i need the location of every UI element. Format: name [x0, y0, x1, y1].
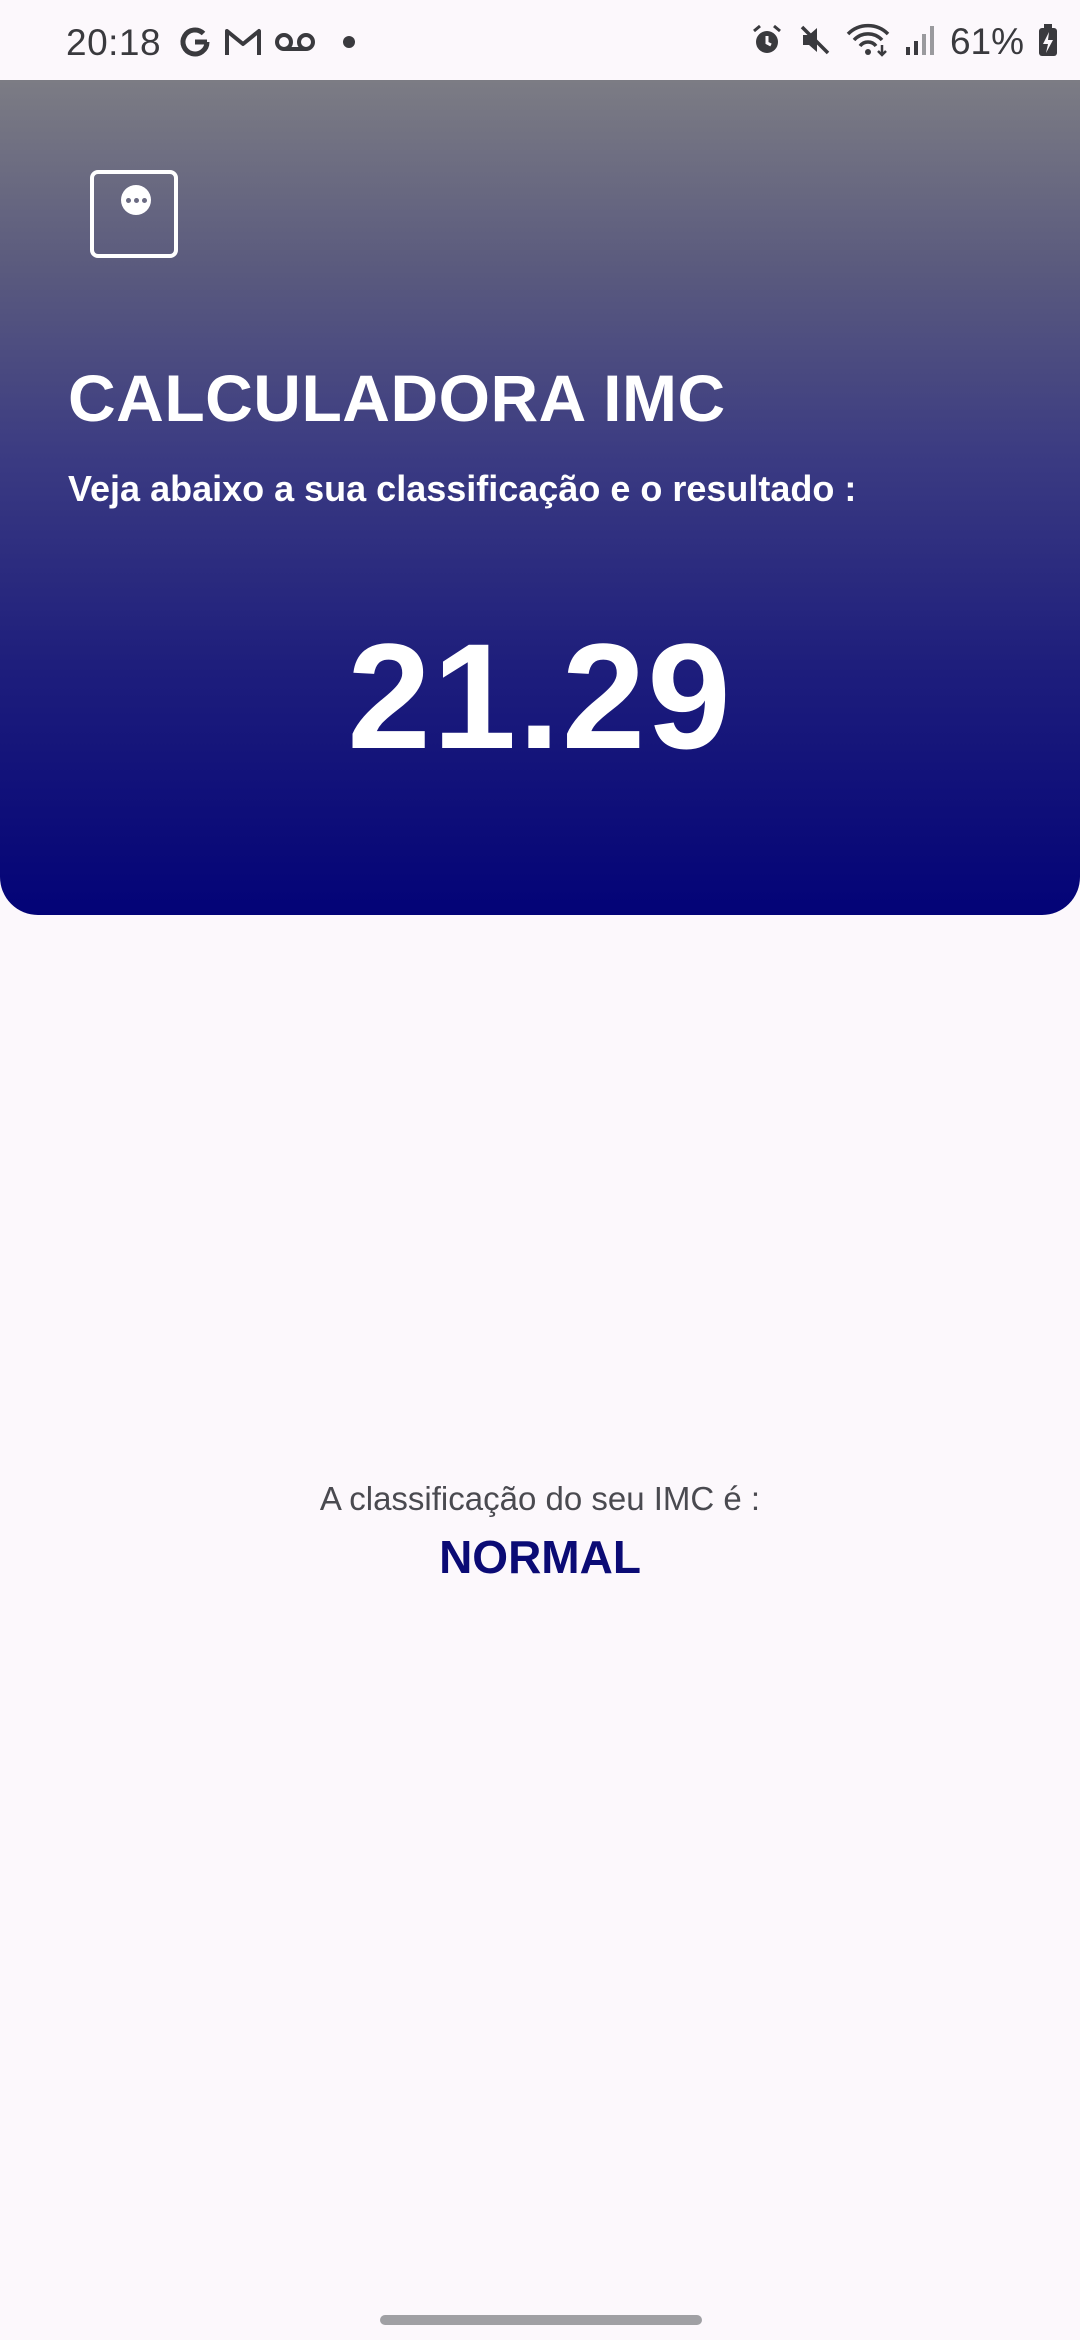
google-icon	[178, 25, 212, 64]
more-options-button[interactable]	[90, 170, 178, 258]
status-left-icons	[178, 24, 356, 64]
classification-label: A classificação do seu IMC é :	[319, 1480, 761, 1517]
voicemail-icon	[274, 30, 316, 59]
bmi-result-value: 21.29	[347, 612, 733, 780]
classification-value: NORMAL	[439, 1531, 641, 1583]
alarm-icon	[750, 23, 784, 62]
result-header-card: CALCULADORA IMC Veja abaixo a sua classi…	[0, 80, 1080, 915]
wifi-icon	[846, 23, 890, 62]
more-options-icon	[121, 185, 151, 215]
status-right-icons: 61%	[750, 21, 1058, 62]
battery-charging-icon	[1038, 23, 1058, 62]
battery-percentage: 61%	[949, 21, 1024, 62]
signal-icon	[904, 23, 936, 62]
mute-icon	[798, 23, 832, 62]
result-subtitle: Veja abaixo a sua classificação e o resu…	[68, 468, 857, 509]
dot-icon	[342, 35, 356, 54]
status-bar: 20:18 61%	[0, 0, 1080, 80]
status-time: 20:18	[66, 22, 162, 63]
app-title: CALCULADORA IMC	[68, 361, 726, 435]
gmail-icon	[224, 26, 262, 63]
home-indicator[interactable]	[380, 2315, 702, 2325]
